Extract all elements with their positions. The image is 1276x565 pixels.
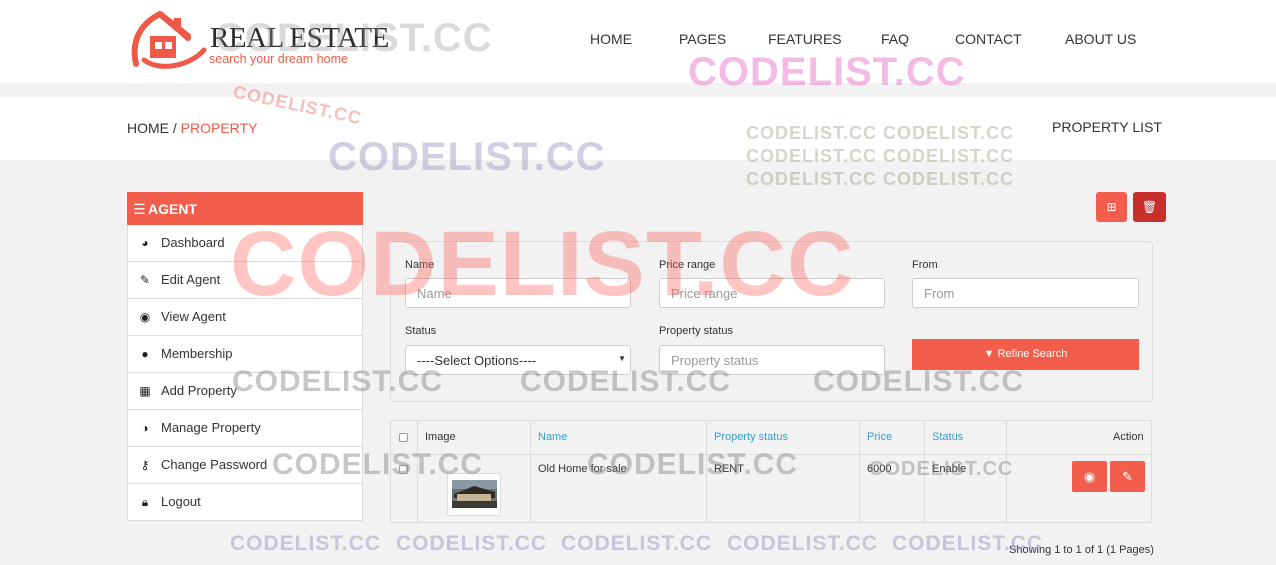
logo-tagline: search your dream home — [209, 52, 348, 66]
sidebar-item-label: Change Password — [161, 457, 268, 472]
page-title: PROPERTY LIST — [1052, 119, 1162, 135]
status-select[interactable]: ----Select Options---- ▼ — [405, 345, 631, 375]
sidebar-item-label: Edit Agent — [161, 272, 221, 287]
column-divider — [417, 421, 418, 524]
sidebar-item-label: Dashboard — [161, 235, 225, 250]
refine-search-label: Refine Search — [997, 348, 1068, 360]
property-thumbnail — [447, 473, 501, 516]
pagination-summary: Showing 1 to 1 of 1 (1 Pages) — [1009, 544, 1154, 556]
sidebar-item-label: View Agent — [161, 309, 226, 324]
nav-contact[interactable]: CONTACT — [955, 31, 1022, 47]
sidebar-item-label: Add Property — [161, 383, 237, 398]
pencil-icon: ✎ — [1122, 469, 1133, 484]
column-header-price[interactable]: Price — [867, 431, 892, 443]
user-icon: ● — [141, 347, 149, 361]
sidebar-item-manage-property[interactable]: ◑ Manage Property — [127, 410, 363, 447]
column-divider — [859, 421, 860, 524]
list-icon: ☰ — [133, 201, 146, 217]
add-property-button[interactable]: ⊞ — [1096, 192, 1127, 222]
property-image — [452, 480, 497, 508]
watermark: CODELIST.CC — [396, 532, 548, 555]
row-status: Enable — [932, 463, 967, 475]
watermark: CODELIST.CC — [727, 532, 879, 555]
header-divider — [391, 454, 1153, 455]
column-divider — [530, 421, 531, 524]
sidebar-item-view-agent[interactable]: ◉ View Agent — [127, 299, 363, 336]
row-checkbox[interactable] — [399, 465, 408, 474]
sidebar-item-membership[interactable]: ● Membership — [127, 336, 363, 373]
nav-pages[interactable]: PAGES — [679, 31, 726, 47]
sidebar-item-add-property[interactable]: ▦ Add Property — [127, 373, 363, 410]
column-divider — [924, 421, 925, 524]
breadcrumb-home[interactable]: HOME — [127, 120, 169, 136]
column-header-name[interactable]: Name — [538, 431, 567, 443]
building-icon: ▦ — [139, 384, 151, 398]
trash-icon: 🗑︎ — [1141, 200, 1158, 214]
row-property-status: RENT — [714, 463, 744, 475]
refine-search-button[interactable]: ▼ Refine Search — [912, 339, 1139, 370]
column-divider — [1006, 421, 1007, 524]
row-price: 6000 — [867, 463, 892, 475]
property-table: Image Name Property status Price Status … — [390, 420, 1153, 524]
column-header-property-status[interactable]: Property status — [714, 431, 788, 443]
key-icon: ⚷ — [140, 458, 150, 472]
from-input[interactable]: From — [912, 278, 1139, 308]
edit-button[interactable]: ✎ — [1110, 461, 1145, 492]
nav-features[interactable]: FEATURES — [768, 31, 842, 47]
price-range-input[interactable]: Price range — [659, 278, 885, 308]
row-name: Old Home for sale — [538, 463, 627, 475]
adjust-icon: ◑ — [141, 421, 149, 435]
sidebar-title-label: AGENT — [148, 201, 197, 217]
caret-down-icon: ▼ — [618, 354, 626, 363]
watermark: CODELIST.CC CODELIST.CC — [746, 169, 1015, 189]
name-label: Name — [405, 259, 435, 271]
watermark: CODELIST.CC — [561, 532, 713, 555]
delete-button[interactable]: 🗑︎ — [1133, 192, 1166, 222]
sidebar-item-edit-agent[interactable]: ✎ Edit Agent — [127, 262, 363, 299]
price-range-label: Price range — [659, 259, 716, 271]
search-panel: Name Name Price range Price range From F… — [390, 241, 1153, 402]
sidebar-title: ☰ AGENT — [127, 192, 363, 225]
view-button[interactable]: ◉ — [1072, 461, 1107, 492]
eye-icon: ◉ — [1083, 469, 1096, 484]
sidebar-item-dashboard[interactable]: ◕ Dashboard — [127, 225, 363, 262]
edit-icon: ✎ — [139, 273, 151, 287]
site-header: REAL ESTATE search your dream home HOME … — [0, 0, 1276, 83]
sidebar-item-label: Membership — [161, 346, 233, 361]
main-nav: HOME PAGES FEATURES FAQ CONTACT ABOUT US — [0, 31, 1276, 51]
plus-square-icon: ⊞ — [1106, 200, 1117, 214]
status-label: Status — [405, 325, 437, 337]
breadcrumb: HOME / PROPERTY — [127, 120, 257, 136]
property-status-input[interactable]: Property status — [659, 345, 885, 375]
nav-faq[interactable]: FAQ — [881, 31, 909, 47]
sidebar-item-logout[interactable]: 🔒︎ Logout — [127, 484, 363, 521]
breadcrumb-separator: / — [172, 120, 177, 136]
column-header-action: Action — [1113, 431, 1144, 443]
from-label: From — [912, 259, 938, 271]
column-header-status[interactable]: Status — [932, 431, 963, 443]
column-header-image: Image — [425, 431, 456, 443]
sidebar-item-label: Logout — [161, 494, 201, 509]
filter-icon: ▼ — [983, 348, 995, 360]
select-all-checkbox[interactable] — [399, 433, 408, 442]
breadcrumb-bar: HOME / PROPERTY PROPERTY LIST — [0, 97, 1276, 160]
agent-sidebar: ☰ AGENT ◕ Dashboard ✎ Edit Agent ◉ View Agen… — [127, 192, 363, 521]
dashboard-icon: ◕ — [141, 236, 149, 250]
nav-about-us[interactable]: ABOUT US — [1065, 31, 1136, 47]
breadcrumb-current: PROPERTY — [180, 120, 258, 136]
nav-home[interactable]: HOME — [590, 31, 632, 47]
watermark: CODELIST.CC — [230, 532, 382, 555]
sidebar-item-change-password[interactable]: ⚷ Change Password — [127, 447, 363, 484]
property-status-label: Property status — [659, 325, 733, 337]
sidebar-item-label: Manage Property — [161, 420, 261, 435]
status-select-value: ----Select Options---- — [417, 353, 537, 368]
lock-icon: 🔒︎ — [141, 495, 149, 509]
name-input[interactable]: Name — [405, 278, 631, 308]
column-divider — [706, 421, 707, 524]
eye-icon: ◉ — [139, 310, 151, 324]
